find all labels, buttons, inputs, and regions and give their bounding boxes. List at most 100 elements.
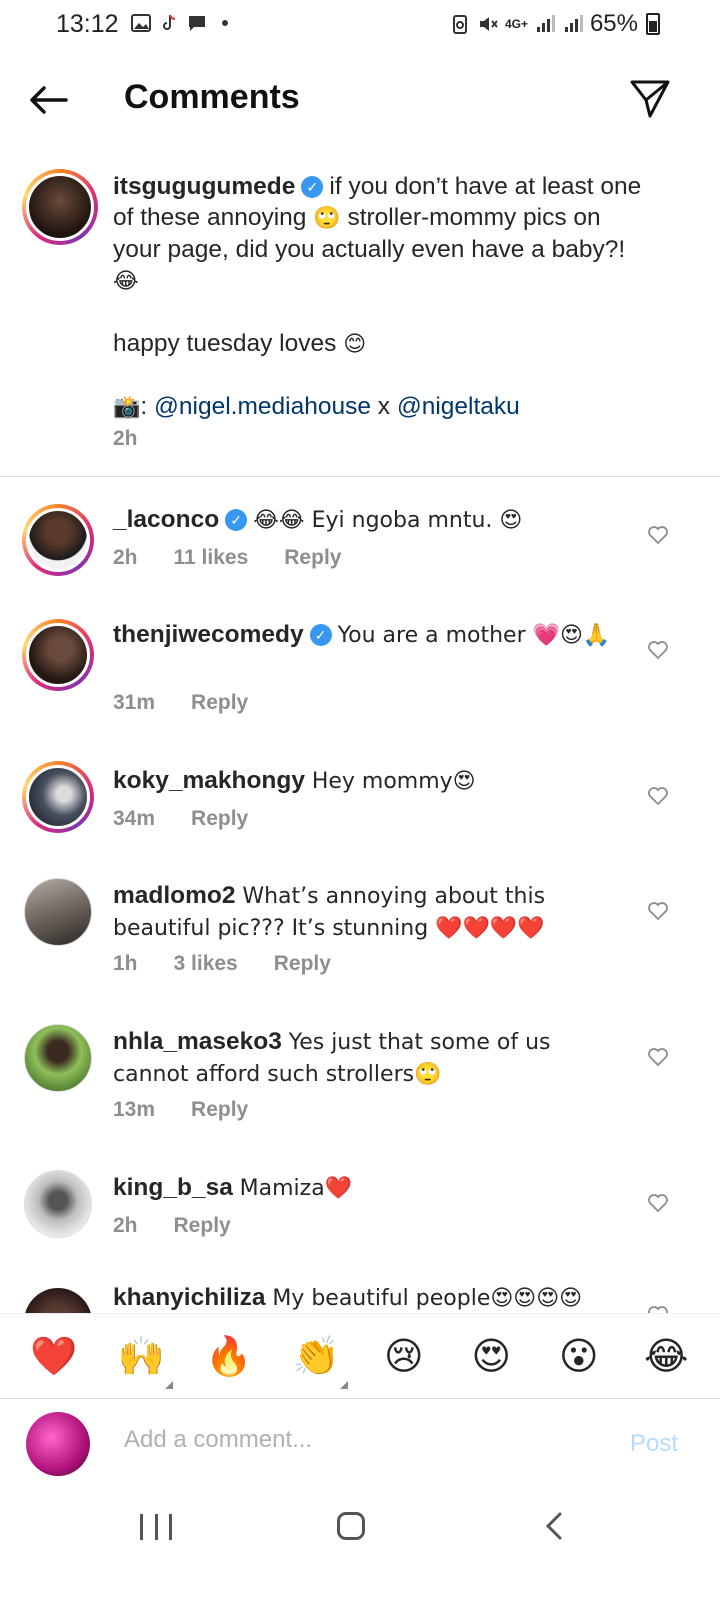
comment-composer: Post xyxy=(0,1400,720,1492)
comment-time: 2h xyxy=(113,1214,138,1237)
signal-2-icon xyxy=(564,15,583,32)
fire-emoji-button[interactable]: 🔥 xyxy=(199,1334,259,1379)
comment-time: 13m xyxy=(113,1098,156,1121)
header: Comments xyxy=(0,60,720,140)
avatar[interactable] xyxy=(24,1024,92,1092)
back-chevron-icon[interactable] xyxy=(540,1510,570,1542)
raising-hands-emoji-button[interactable]: 🙌 xyxy=(111,1333,174,1389)
caption-line3: happy tuesday loves xyxy=(113,330,337,357)
comment-text: nhla_maseko3 Yes just that some of us ca… xyxy=(113,1026,633,1090)
comment-content: 😂😂 Eyi ngoba mntu. 😍 xyxy=(253,508,523,533)
reply-button[interactable]: Reply xyxy=(174,1214,231,1238)
comment-username[interactable]: koky_makhongy xyxy=(113,767,305,794)
caption-text: itsgugugumede ✓ if you don’t have at least… xyxy=(113,173,642,420)
send-icon[interactable] xyxy=(628,76,672,120)
avatar[interactable] xyxy=(24,1288,92,1313)
avatar[interactable] xyxy=(24,1170,92,1238)
comment-username[interactable]: king_b_sa xyxy=(113,1174,233,1201)
page-title: Comments xyxy=(124,78,300,116)
heart-emoji-button[interactable]: ❤️ xyxy=(24,1334,84,1379)
comment-text: _laconco ✓ 😂😂 Eyi ngoba mntu. 😍 xyxy=(113,504,633,536)
comment-meta: 13m Reply xyxy=(113,1098,248,1122)
comment-time: 1h xyxy=(113,952,138,975)
mention-link[interactable]: @nigeltaku xyxy=(397,393,520,420)
signal-icon xyxy=(536,15,555,32)
recents-icon[interactable] xyxy=(140,1514,172,1540)
comment-content: Hey mommy😍 xyxy=(311,769,476,794)
reply-button[interactable]: Reply xyxy=(191,1098,248,1122)
avatar[interactable] xyxy=(26,1412,90,1476)
like-heart-icon[interactable] xyxy=(646,1302,670,1313)
network-type: 4G+ xyxy=(504,17,528,31)
mention-joiner: x xyxy=(377,393,391,420)
comment-username[interactable]: thenjiwecomedy xyxy=(113,621,304,648)
battery-icon xyxy=(646,13,660,35)
comment-input[interactable] xyxy=(124,1426,584,1454)
smile-emoji: 😊 xyxy=(343,332,367,357)
comment-content: Mamiza❤️ xyxy=(239,1176,353,1201)
surprised-emoji-button[interactable]: 😮 xyxy=(549,1334,609,1378)
comment-time: 31m xyxy=(113,691,156,714)
reply-button[interactable]: Reply xyxy=(191,807,248,831)
comment-content: You are a mother 💗😍🙏 xyxy=(337,623,611,648)
like-heart-icon[interactable] xyxy=(646,522,670,546)
verified-badge-icon: ✓ xyxy=(309,624,332,646)
message-icon xyxy=(189,16,205,31)
raising-hands-emoji: 🙌 xyxy=(117,1333,165,1378)
back-arrow-icon[interactable] xyxy=(26,78,70,122)
comment-text: koky_makhongy Hey mommy😍 xyxy=(113,765,633,797)
crying-emoji-button[interactable]: 😢 xyxy=(374,1334,434,1378)
comment-meta: 2h Reply xyxy=(113,1214,231,1238)
tears-of-joy-emoji: 😂 xyxy=(113,269,139,294)
laughing-emoji-button[interactable]: 😂 xyxy=(636,1334,696,1378)
dot-icon xyxy=(222,20,228,26)
avatar[interactable] xyxy=(22,169,98,245)
mute-icon xyxy=(479,17,498,31)
heart-eyes-emoji-button[interactable]: 😍 xyxy=(461,1334,521,1378)
post-caption: itsgugugumede ✓ if you don’t have at least… xyxy=(0,165,720,477)
tiktok-icon xyxy=(163,14,176,30)
verified-badge-icon: ✓ xyxy=(301,176,324,198)
system-nav-bar xyxy=(0,1492,720,1600)
post-button[interactable]: Post xyxy=(630,1430,678,1458)
avatar[interactable] xyxy=(22,619,94,691)
comment-likes[interactable]: 11 likes xyxy=(174,546,249,570)
comment-text: thenjiwecomedy ✓ You are a mother 💗😍🙏 xyxy=(113,619,633,651)
comment-meta: 31m Reply xyxy=(113,691,248,715)
comment-time: 34m xyxy=(113,807,156,830)
emoji-reaction-bar: ❤️ 🙌 🔥 👏 😢 😍 😮 😂 xyxy=(0,1313,720,1399)
avatar[interactable] xyxy=(22,761,94,833)
like-heart-icon[interactable] xyxy=(646,637,670,661)
clapping-emoji: 👏 xyxy=(292,1333,340,1378)
comment-likes[interactable]: 3 likes xyxy=(174,952,238,976)
home-icon[interactable] xyxy=(337,1512,365,1540)
gallery-icon xyxy=(131,14,151,32)
status-time: 13:12 xyxy=(56,10,119,38)
status-notification-icons xyxy=(130,12,236,34)
mention-link[interactable]: @nigel.mediahouse xyxy=(154,393,371,420)
reply-button[interactable]: Reply xyxy=(191,691,248,715)
battery-percent: 65% xyxy=(589,10,638,37)
comment-username[interactable]: khanyichiliza xyxy=(113,1284,266,1311)
clapping-emoji-button[interactable]: 👏 xyxy=(286,1333,349,1389)
avatar[interactable] xyxy=(24,878,92,946)
avatar[interactable] xyxy=(22,504,94,576)
comment-content: My beautiful people😍😍😍😍 xyxy=(272,1286,583,1311)
like-heart-icon[interactable] xyxy=(646,1190,670,1214)
comment-username[interactable]: nhla_maseko3 xyxy=(113,1028,282,1055)
comment-username[interactable]: madlomo2 xyxy=(113,882,236,909)
comment-time: 2h xyxy=(113,546,138,569)
comment-meta: 2h 11 likes Reply xyxy=(113,546,341,570)
comment-meta: 1h 3 likes Reply xyxy=(113,952,331,976)
caption-username[interactable]: itsgugugumede xyxy=(113,173,295,200)
like-heart-icon[interactable] xyxy=(646,1044,670,1068)
like-heart-icon[interactable] xyxy=(646,783,670,807)
data-saver-icon xyxy=(452,15,467,34)
caption-time: 2h xyxy=(113,427,138,450)
comment-username[interactable]: _laconco xyxy=(113,506,219,533)
comment-text: madlomo2 What’s annoying about this beau… xyxy=(113,880,633,944)
reply-button[interactable]: Reply xyxy=(284,546,341,570)
comment-meta: 34m Reply xyxy=(113,807,248,831)
reply-button[interactable]: Reply xyxy=(274,952,331,976)
like-heart-icon[interactable] xyxy=(646,898,670,922)
